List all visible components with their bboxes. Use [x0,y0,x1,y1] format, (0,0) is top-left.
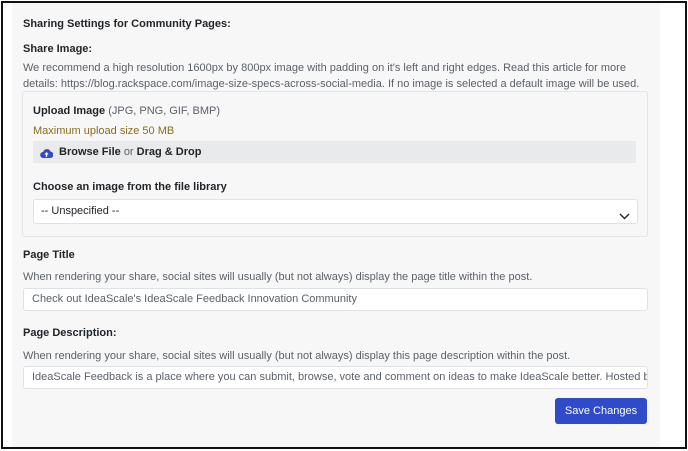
sharing-settings-panel: Sharing Settings for Community Pages: Sh… [12,3,660,447]
section-title: Sharing Settings for Community Pages: [23,18,231,30]
upload-image-label: Upload Image [33,105,106,117]
chevron-down-icon [619,207,630,225]
share-image-label: Share Image: [23,43,93,55]
drag-drop-label: Drag & Drop [136,146,202,158]
cloud-upload-icon [40,146,54,164]
page-title-label: Page Title [23,249,75,261]
browse-file-link[interactable]: Browse File [59,146,121,158]
page-title-input[interactable]: Check out IdeaScale's IdeaScale Feedback… [23,288,648,311]
file-library-select[interactable]: -- Unspecified -- [33,199,638,224]
upload-image-heading: Upload Image (JPG, PNG, GIF, BMP) [33,105,220,117]
page-description-help: When rendering your share, social sites … [23,350,571,362]
browse-drag-text: Browse File or Drag & Drop [59,146,201,158]
or-text: or [123,146,134,158]
save-changes-button[interactable]: Save Changes [555,398,647,424]
max-upload-size: Maximum upload size 50 MB [33,125,175,137]
upload-formats: (JPG, PNG, GIF, BMP) [108,105,221,117]
file-library-label: Choose an image from the file library [33,181,227,193]
share-image-description: We recommend a high resolution 1600px by… [23,62,640,90]
page-description-input[interactable]: IdeaScale Feedback is a place where you … [23,366,648,389]
file-drop-zone[interactable]: Browse File or Drag & Drop [33,141,636,163]
page-description-label: Page Description: [23,327,117,339]
page-title-help: When rendering your share, social sites … [23,271,533,283]
settings-frame: Sharing Settings for Community Pages: Sh… [1,1,687,449]
upload-image-box: Upload Image (JPG, PNG, GIF, BMP) Maximu… [22,91,648,237]
file-library-selected: -- Unspecified -- [41,205,120,217]
